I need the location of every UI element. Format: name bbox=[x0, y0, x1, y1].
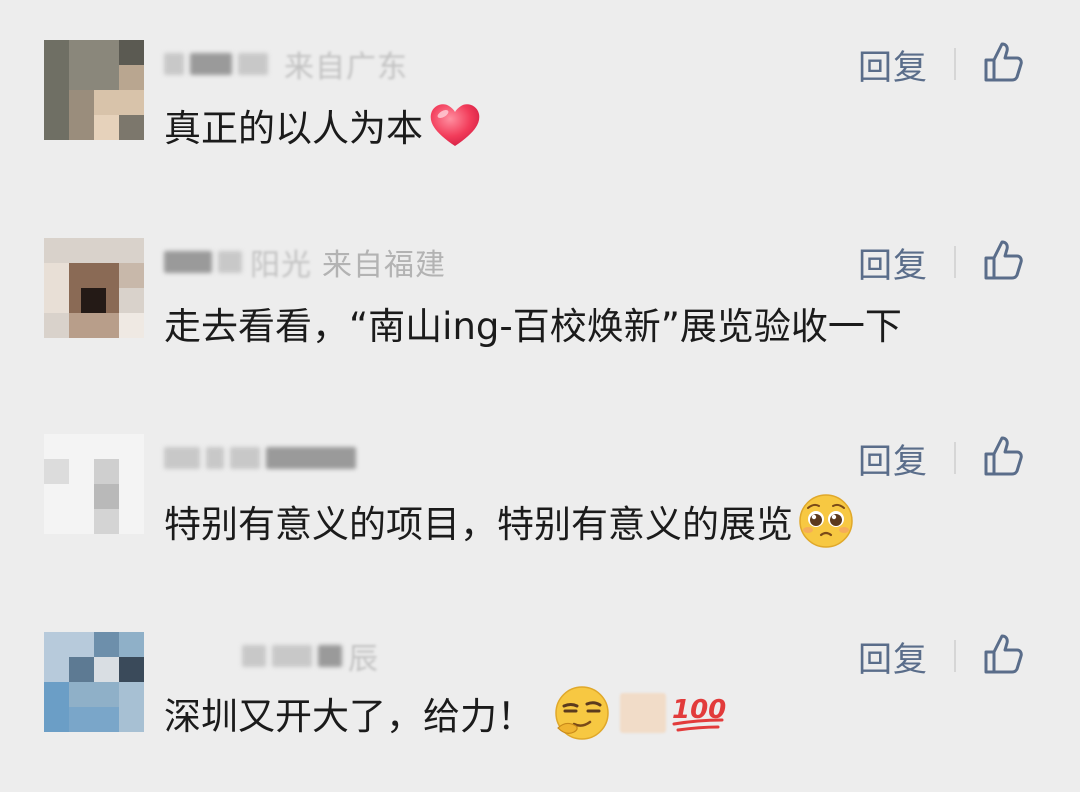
divider bbox=[954, 246, 956, 278]
username-redacted bbox=[238, 53, 268, 75]
smirking-face-emoji-icon bbox=[555, 686, 609, 740]
username-redacted bbox=[318, 645, 342, 667]
comment-text-row: 走去看看，“南山ing-百校焕新”展览验收一下 bbox=[164, 296, 902, 350]
username-redacted bbox=[164, 251, 212, 273]
username-redacted bbox=[230, 447, 260, 469]
divider bbox=[954, 640, 956, 672]
comment-item: 辰 回复 深圳又开大了，给力！ 100 bbox=[0, 592, 1080, 788]
username-redacted bbox=[272, 645, 312, 667]
username-redacted bbox=[266, 447, 356, 469]
comment-text-row: 真正的以人为本 bbox=[164, 98, 483, 152]
divider bbox=[954, 48, 956, 80]
like-icon[interactable] bbox=[980, 630, 1028, 678]
username-redacted bbox=[164, 447, 200, 469]
pleading-face-emoji-icon bbox=[799, 494, 853, 548]
comment-meta: 阳光 来自福建 bbox=[164, 242, 446, 283]
comment-text-row: 深圳又开大了，给力！ 100 bbox=[164, 684, 726, 742]
comment-meta: 来自广东 bbox=[164, 44, 408, 85]
username-redacted bbox=[206, 447, 224, 469]
comment-meta: 辰 bbox=[164, 636, 379, 677]
comment-item: 回复 特别有意义的项目，特别有意义的展览 bbox=[0, 394, 1080, 590]
reply-button[interactable]: 回复 bbox=[858, 238, 928, 287]
like-icon[interactable] bbox=[980, 236, 1028, 284]
username-redacted bbox=[242, 645, 266, 667]
censored-emoji-icon bbox=[620, 693, 666, 733]
comment-item: 来自广东 回复 真正的以人为本 bbox=[0, 0, 1080, 196]
reply-button[interactable]: 回复 bbox=[858, 40, 928, 89]
comment-location: 来自福建 bbox=[322, 248, 446, 283]
comment-location: 来自广东 bbox=[284, 50, 408, 85]
reply-button[interactable]: 回复 bbox=[858, 434, 928, 483]
comment-text: 深圳又开大了，给力！ bbox=[164, 695, 534, 738]
username-redacted bbox=[190, 53, 232, 75]
comment-text-row: 特别有意义的项目，特别有意义的展览 bbox=[164, 492, 855, 550]
username-redacted bbox=[218, 251, 242, 273]
username-redacted bbox=[164, 53, 184, 75]
hundred-points-emoji-icon: 100 bbox=[672, 695, 726, 732]
comment-item: 阳光 来自福建 回复 走去看看，“南山ing-百校焕新”展览验收一下 bbox=[0, 198, 1080, 394]
comment-text: 走去看看，“南山ing-百校焕新”展览验收一下 bbox=[164, 305, 902, 348]
comment-text: 特别有意义的项目，特别有意义的展览 bbox=[164, 503, 793, 546]
heart-emoji-icon bbox=[430, 104, 480, 146]
avatar[interactable] bbox=[44, 632, 144, 732]
comment-text: 真正的以人为本 bbox=[164, 107, 423, 150]
comment-list: 来自广东 回复 真正的以人为本 阳光 来自福建 回复 走去看看，“南山ing-百… bbox=[0, 0, 1080, 792]
divider bbox=[954, 442, 956, 474]
username-fragment: 阳光 bbox=[250, 248, 312, 283]
username-fragment: 辰 bbox=[348, 642, 379, 677]
comment-meta bbox=[164, 438, 362, 478]
reply-button[interactable]: 回复 bbox=[858, 632, 928, 681]
like-icon[interactable] bbox=[980, 432, 1028, 480]
avatar[interactable] bbox=[44, 238, 144, 338]
avatar[interactable] bbox=[44, 434, 144, 534]
avatar[interactable] bbox=[44, 40, 144, 140]
like-icon[interactable] bbox=[980, 38, 1028, 86]
